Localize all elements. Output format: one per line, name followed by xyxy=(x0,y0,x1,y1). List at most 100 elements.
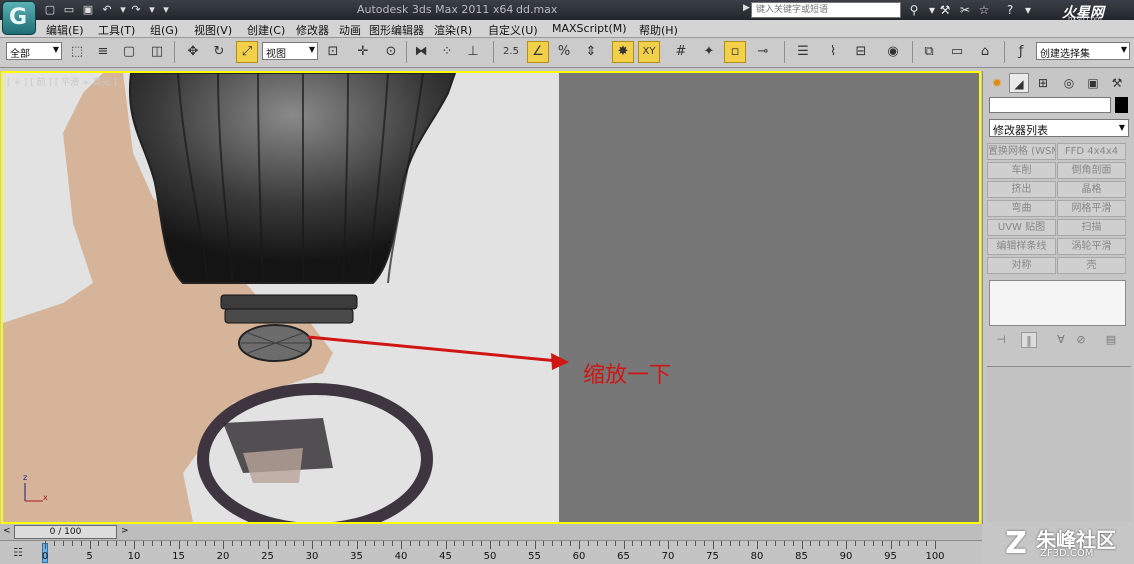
utilities-tab-icon[interactable]: ⚒ xyxy=(1107,73,1127,93)
time-slider[interactable]: 0 / 100 xyxy=(14,525,117,539)
modifier-button[interactable]: 弯曲 xyxy=(987,200,1056,217)
modifier-button[interactable]: 扫描 xyxy=(1057,219,1126,236)
create-tab-icon[interactable]: ✹ xyxy=(987,73,1007,93)
menu-create[interactable]: 创建(C) xyxy=(247,22,285,38)
help-dropdown-icon[interactable]: ▾ xyxy=(1019,2,1037,18)
edit-named-sets-icon[interactable]: ƒ xyxy=(1010,41,1032,63)
redo-icon[interactable]: ↷ xyxy=(128,2,144,17)
window-crossing-icon[interactable]: ◫ xyxy=(146,41,168,63)
quick-access-more-icon[interactable]: ▾ xyxy=(158,2,174,17)
object-color-swatch[interactable] xyxy=(1115,97,1128,113)
endpoint-snap-icon[interactable]: ▫ xyxy=(724,41,746,63)
mirror-icon[interactable]: ⧓ xyxy=(410,41,432,63)
menu-customize[interactable]: 自定义(U) xyxy=(488,22,538,38)
menu-edit[interactable]: 编辑(E) xyxy=(46,22,84,38)
track-tick xyxy=(570,541,572,546)
keyboard-shortcut-icon[interactable]: ⊙ xyxy=(380,41,402,63)
move-icon[interactable]: ✥ xyxy=(182,41,204,63)
modifier-button[interactable]: 对称 xyxy=(987,257,1056,274)
angle-snap-icon[interactable]: ∠ xyxy=(527,41,549,63)
vertex-snap-icon[interactable]: ✦ xyxy=(698,41,720,63)
annotation-arrow xyxy=(307,335,569,370)
search-expand-icon[interactable]: ▶ xyxy=(743,3,750,13)
modifier-button[interactable]: 涡轮平滑 xyxy=(1057,238,1126,255)
named-selection-sets-dropdown[interactable]: 创建选择集 ▼ xyxy=(1036,42,1130,60)
select-manipulate-icon[interactable]: ✛ xyxy=(352,41,374,63)
render-setup-icon[interactable]: ⧉ xyxy=(918,41,940,63)
array-icon[interactable]: ⁘ xyxy=(436,41,458,63)
grid-snap-icon[interactable]: # xyxy=(670,41,692,63)
modifier-list-dropdown[interactable]: 修改器列表 ▼ xyxy=(989,119,1129,137)
app-title: Autodesk 3ds Max 2011 x64 xyxy=(357,3,514,16)
curve-editor-icon[interactable]: ⌇ xyxy=(822,41,844,63)
menu-tools[interactable]: 工具(T) xyxy=(98,22,135,38)
menu-rendering[interactable]: 渲染(R) xyxy=(434,22,472,38)
new-file-icon[interactable]: ▢ xyxy=(42,2,58,17)
modifier-button[interactable]: 壳 xyxy=(1057,257,1126,274)
hierarchy-tab-icon[interactable]: ⊞ xyxy=(1033,73,1053,93)
binoculars-icon[interactable]: ⚲ xyxy=(905,2,923,18)
prev-frame-button[interactable]: < xyxy=(3,526,11,536)
menu-maxscript[interactable]: MAXScript(M) xyxy=(552,22,627,35)
render-teapot-icon[interactable]: ⌂ xyxy=(974,41,996,63)
rectangular-selection-icon[interactable]: ▢ xyxy=(118,41,140,63)
object-name-field[interactable] xyxy=(989,97,1111,113)
open-mini-curve-editor-icon[interactable]: ☷ xyxy=(8,546,28,560)
show-end-result-icon[interactable]: ‖ xyxy=(1021,332,1037,348)
modifier-button[interactable]: 编辑样条线 xyxy=(987,238,1056,255)
material-editor-icon[interactable]: ◉ xyxy=(882,41,904,63)
menu-modifiers[interactable]: 修改器 xyxy=(296,22,329,38)
modifier-button[interactable]: 倒角剖面 xyxy=(1057,162,1126,179)
percent-snap-icon[interactable]: % xyxy=(553,41,575,63)
track-bar[interactable]: ☷ 0 5 10 15 20 25 30 35 40 45 50 55 60 65 70 75 80 85 90 95… xyxy=(0,540,982,564)
xy-constraint-icon[interactable]: XY xyxy=(638,41,660,63)
menu-group[interactable]: 组(G) xyxy=(150,22,178,38)
modifier-button[interactable]: 网格平滑 xyxy=(1057,200,1126,217)
next-frame-button[interactable]: > xyxy=(121,526,129,536)
select-object-icon[interactable]: ⬚ xyxy=(66,41,88,63)
remove-modifier-icon[interactable]: ⊘ xyxy=(1073,332,1089,348)
front-viewport[interactable]: [ + ] [ 前 ] [ 平滑 + 高光 ] z x 缩放一下 xyxy=(1,71,981,524)
save-file-icon[interactable]: ▣ xyxy=(80,2,96,17)
modifier-button[interactable]: 晶格 xyxy=(1057,181,1126,198)
menu-animation[interactable]: 动画 xyxy=(339,22,361,38)
undo-icon[interactable]: ↶ xyxy=(99,2,115,17)
modify-tab-icon[interactable]: ◢ xyxy=(1009,73,1029,93)
selection-filter-dropdown[interactable]: 全部 ▼ xyxy=(6,42,62,60)
configure-modifier-sets-icon[interactable]: ▤ xyxy=(1103,332,1119,348)
modifier-button[interactable]: 车削 xyxy=(987,162,1056,179)
align-icon[interactable]: ⊥ xyxy=(462,41,484,63)
modifier-button[interactable]: 挤出 xyxy=(987,181,1056,198)
spinner-snap-icon[interactable]: ⇕ xyxy=(580,41,602,63)
track-tick xyxy=(62,541,64,546)
rotate-icon[interactable]: ↻ xyxy=(208,41,230,63)
scale-icon[interactable]: ⤢ xyxy=(236,41,258,63)
edit-named-selection-icon[interactable]: ✸ xyxy=(612,41,634,63)
pivot-center-icon[interactable]: ⊡ xyxy=(322,41,344,63)
schematic-view-icon[interactable]: ⊟ xyxy=(850,41,872,63)
help-icon[interactable]: ? xyxy=(1001,2,1019,18)
menu-views[interactable]: 视图(V) xyxy=(194,22,232,38)
edge-snap-icon[interactable]: ⊸ xyxy=(752,41,774,63)
modifier-button[interactable]: UVW 贴图 xyxy=(987,219,1056,236)
reference-coord-dropdown[interactable]: 视图 ▼ xyxy=(262,42,318,60)
menu-graph-editors[interactable]: 图形编辑器 xyxy=(369,22,424,38)
snap-toggle-icon[interactable]: 2.5 xyxy=(500,41,522,63)
motion-tab-icon[interactable]: ◎ xyxy=(1059,73,1079,93)
modifier-stack-list[interactable] xyxy=(989,280,1126,326)
display-tab-icon[interactable]: ▣ xyxy=(1083,73,1103,93)
select-by-name-icon[interactable]: ≡ xyxy=(92,41,114,63)
modifier-button[interactable]: 置换网格 (WSM) xyxy=(987,143,1056,160)
open-file-icon[interactable]: ▭ xyxy=(61,2,77,17)
subscription-icon[interactable]: ⚒ xyxy=(936,2,954,18)
make-unique-icon[interactable]: ∀ xyxy=(1053,332,1069,348)
layer-manager-icon[interactable]: ☰ xyxy=(792,41,814,63)
communication-icon[interactable]: ✂ xyxy=(956,2,974,18)
search-input[interactable] xyxy=(751,2,901,18)
rendered-frame-icon[interactable]: ▭ xyxy=(946,41,968,63)
favorites-star-icon[interactable]: ☆ xyxy=(975,2,993,18)
3ds-max-logo-icon[interactable]: G xyxy=(2,1,36,35)
modifier-button[interactable]: FFD 4x4x4 xyxy=(1057,143,1126,160)
pin-stack-icon[interactable]: ⊣ xyxy=(993,332,1009,348)
menu-help[interactable]: 帮助(H) xyxy=(639,22,678,38)
